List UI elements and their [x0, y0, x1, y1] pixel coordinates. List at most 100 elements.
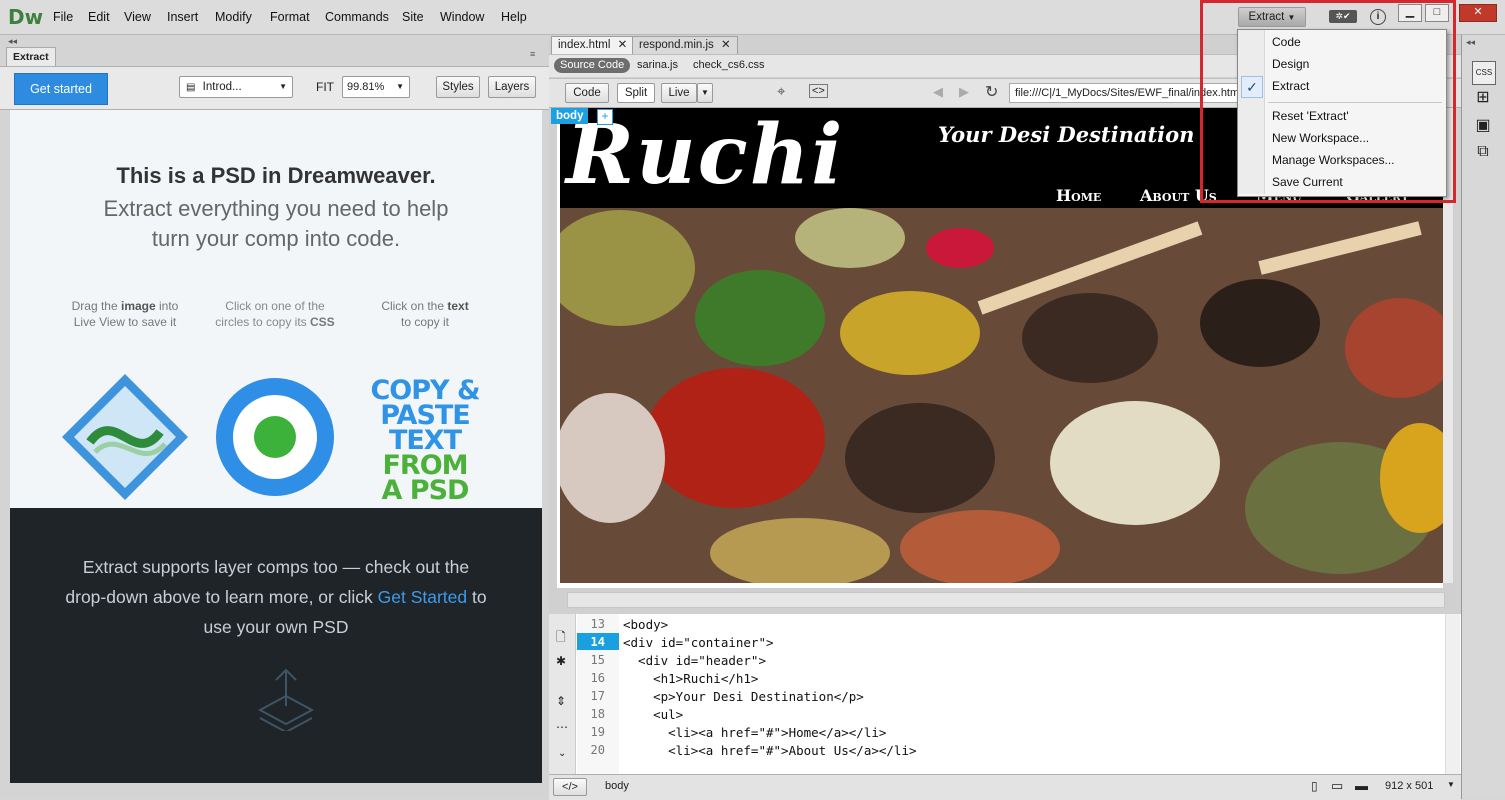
- expand-all-icon[interactable]: ⇕: [556, 694, 566, 708]
- fit-label[interactable]: FIT: [316, 80, 334, 94]
- close-tab-icon[interactable]: ✕: [618, 39, 628, 51]
- related-sarina-js[interactable]: sarina.js: [637, 59, 678, 71]
- desktop-size-icon[interactable]: ▬: [1355, 778, 1368, 793]
- tab-extract[interactable]: Extract: [6, 47, 56, 66]
- chevron-down-icon: ▼: [279, 82, 287, 91]
- tag-selector-body[interactable]: body: [605, 780, 629, 792]
- assets-icon[interactable]: ▣: [1472, 115, 1494, 137]
- split-view-button[interactable]: Split: [617, 83, 655, 103]
- code-line[interactable]: <p>Your Desi Destination</p>: [623, 689, 864, 704]
- intro-headline: This is a PSD in Dreamweaver.: [116, 163, 436, 188]
- element-tag-badge[interactable]: body: [551, 108, 589, 124]
- tab-index-html[interactable]: index.html ✕: [551, 36, 635, 54]
- collapse-tag-icon[interactable]: ✱: [556, 654, 566, 668]
- code-line[interactable]: <li><a href="#">About Us</a></li>: [623, 743, 916, 758]
- chevron-down-icon[interactable]: ▼: [697, 83, 713, 103]
- close-button[interactable]: ✕: [1459, 4, 1497, 22]
- extract-footer: Extract supports layer comps too — check…: [10, 508, 542, 783]
- line-number: 18: [590, 707, 605, 721]
- insert-panel-icon[interactable]: ⧉: [1472, 143, 1494, 165]
- copy-paste-graphic: COPY & PASTE TEXT FROM A PSD: [370, 375, 480, 506]
- related-check-css[interactable]: check_cs6.css: [693, 59, 765, 71]
- related-source-code[interactable]: Source Code: [554, 58, 631, 73]
- tip-click-circles: Click on one of the circles to copy its C…: [215, 299, 335, 329]
- layers-button[interactable]: Layers: [488, 76, 536, 98]
- close-tab-icon[interactable]: ✕: [721, 39, 731, 51]
- tip-click-text: Click on the text to copy it: [381, 299, 469, 329]
- mobile-size-icon[interactable]: ▯: [1311, 779, 1318, 793]
- menu-help[interactable]: Help: [501, 10, 527, 24]
- collapse-icon[interactable]: ◂◂: [8, 36, 17, 47]
- line-number: 19: [590, 725, 605, 739]
- menu-commands[interactable]: Commands: [325, 10, 389, 24]
- comp-select-value: Introd...: [202, 81, 242, 93]
- expand-panels-icon[interactable]: ◂◂: [1466, 37, 1475, 48]
- zoom-value: 99.81%: [347, 81, 385, 93]
- zoom-select[interactable]: 99.81% ▼: [342, 76, 410, 98]
- menu-format[interactable]: Format: [270, 10, 310, 24]
- css-circle-icon: [216, 378, 334, 496]
- tip-drag-image: Drag the image into Live View to save it: [71, 299, 179, 329]
- code-line[interactable]: <div id="header">: [623, 653, 766, 668]
- menu-insert[interactable]: Insert: [167, 10, 198, 24]
- tablet-size-icon[interactable]: ▭: [1331, 778, 1343, 794]
- horizontal-scrollbar[interactable]: [567, 592, 1445, 608]
- site-nav-home[interactable]: Home: [1056, 186, 1101, 205]
- document-icon: ▤: [186, 82, 196, 93]
- extract-toolbar: Get started ▤ Introd... ▼ FIT 99.81% ▼ S…: [0, 66, 549, 110]
- window-size[interactable]: 912 x 501: [1385, 780, 1433, 792]
- code-toolbar: 🗋 ✱ ⇕ ⋯ ⌄: [549, 614, 576, 774]
- line-number: 20: [590, 743, 605, 757]
- menu-file[interactable]: File: [53, 10, 73, 24]
- get-started-button[interactable]: Get started: [14, 73, 108, 105]
- line-number: 15: [590, 653, 605, 667]
- highlight-box: [1200, 0, 1456, 203]
- tab-respond-js[interactable]: respond.min.js ✕: [632, 36, 738, 54]
- css-designer-icon[interactable]: CSS: [1472, 61, 1496, 85]
- site-tagline: Your Desi Destination: [938, 122, 1195, 147]
- refresh-icon[interactable]: ↻: [985, 82, 998, 102]
- select-parent-icon[interactable]: ⋯: [556, 720, 568, 734]
- panel-dock: ◂◂ CSS ⊞ ▣ ⧉: [1461, 35, 1505, 799]
- dreamweaver-logo: Dw: [8, 5, 44, 29]
- menu-site[interactable]: Site: [402, 10, 424, 24]
- files-tree-icon[interactable]: ⊞: [1472, 87, 1494, 109]
- code-view-button[interactable]: Code: [565, 83, 609, 103]
- image-layer-icon: [62, 374, 188, 500]
- get-started-link[interactable]: Get Started: [378, 587, 468, 607]
- line-number: 14: [590, 635, 605, 649]
- extract-panel: ◂◂ ≡ Extract Get started ▤ Introd... ▼ F…: [0, 35, 550, 799]
- extract-intro: This is a PSD in Dreamweaver. Extract ev…: [10, 110, 542, 510]
- inspect-icon[interactable]: ⌖: [777, 83, 785, 100]
- back-arrow-icon[interactable]: ◀: [933, 84, 943, 100]
- line-number: 13: [590, 617, 605, 631]
- menu-view[interactable]: View: [124, 10, 151, 24]
- spices-hero-image: [560, 208, 1443, 583]
- comp-select[interactable]: ▤ Introd... ▼: [179, 76, 293, 98]
- live-view-button[interactable]: Live: [661, 83, 697, 103]
- open-documents-icon[interactable]: 🗋: [556, 628, 566, 649]
- chevron-down-icon[interactable]: ⌄: [558, 748, 566, 759]
- chevron-down-icon: ▼: [396, 82, 404, 91]
- forward-arrow-icon[interactable]: ▶: [959, 84, 969, 100]
- code-view[interactable]: 🗋 ✱ ⇕ ⋯ ⌄ 13 <body> 14 <div id="containe…: [549, 614, 1461, 774]
- code-line[interactable]: <div id="container">: [623, 635, 774, 650]
- chevron-down-icon[interactable]: ▼: [1447, 780, 1455, 789]
- line-number: 16: [590, 671, 605, 685]
- menu-modify[interactable]: Modify: [215, 10, 252, 24]
- status-bar: </> body ▯ ▭ ▬ 912 x 501 ▼: [549, 774, 1461, 800]
- code-scrollbar[interactable]: [1445, 614, 1460, 774]
- panel-menu-icon[interactable]: ≡: [530, 49, 535, 59]
- code-line[interactable]: <ul>: [623, 707, 683, 722]
- code-line[interactable]: <li><a href="#">Home</a></li>: [623, 725, 886, 740]
- add-class-icon[interactable]: +: [597, 109, 613, 125]
- footer-text: Extract supports layer comps too — check…: [65, 557, 487, 637]
- styles-button[interactable]: Styles: [436, 76, 480, 98]
- code-line[interactable]: <h1>Ruchi</h1>: [623, 671, 758, 686]
- upload-layers-icon: [257, 668, 315, 731]
- code-line[interactable]: <body>: [623, 617, 668, 632]
- tag-selector-button[interactable]: </>: [553, 778, 587, 796]
- code-navigator-icon[interactable]: <>: [809, 84, 828, 98]
- menu-window[interactable]: Window: [440, 10, 484, 24]
- menu-edit[interactable]: Edit: [88, 10, 110, 24]
